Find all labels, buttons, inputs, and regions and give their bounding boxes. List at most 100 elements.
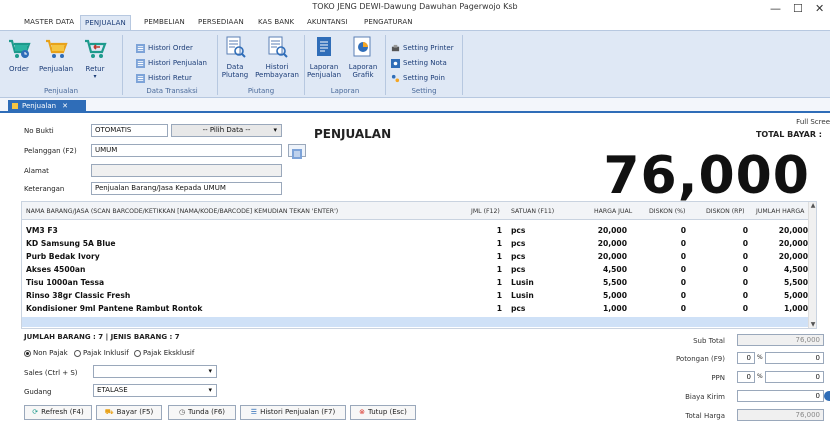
gudang-select[interactable]: ETALASE ▾ [93, 384, 217, 397]
col-jumlah: JUMLAH HARGA [756, 208, 805, 215]
scroll-down-icon[interactable]: ▼ [809, 321, 817, 328]
biaya-kirim-label: Biaya Kirim [685, 393, 725, 401]
percent-sign: % [757, 373, 763, 380]
group-label-data-transaksi: Data Transaksi [146, 87, 198, 95]
scroll-up-icon[interactable]: ▲ [809, 202, 817, 209]
tab-pengaturan[interactable]: PENGATURAN [360, 15, 417, 30]
tab-kas-bank[interactable]: KAS BANK [254, 15, 298, 30]
cart-clock-icon [9, 39, 31, 58]
ppn-percent-field[interactable]: 0 [737, 371, 755, 383]
info-icon [824, 391, 830, 401]
printer-icon [391, 44, 400, 51]
group-label-laporan: Laporan [330, 87, 360, 95]
col-diskon-pct: DISKON (%) [649, 208, 686, 215]
order-button[interactable]: Order [4, 37, 34, 73]
minimize-button[interactable]: — [770, 2, 781, 16]
setting-nota-button[interactable]: Setting Nota [391, 57, 447, 69]
histori-retur-button[interactable]: Histori Retur [136, 72, 192, 84]
ribbon: Order Penjualan Retur ▾ Penjualan Histor… [0, 30, 830, 98]
no-bukti-label: No Bukti [24, 127, 54, 135]
menu-tabs: MASTER DATA PENJUALAN PEMBELIAN PERSEDIA… [0, 15, 830, 30]
table-row[interactable]: Akses 4500an 1 pcs 4,500 0 0 4,500 [22, 265, 810, 276]
points-icon [391, 74, 400, 82]
tab-master-data[interactable]: MASTER DATA [20, 15, 78, 30]
tab-akuntansi[interactable]: AKUNTANSI [303, 15, 352, 30]
title-bar: TOKO JENG DEWI-Dawung Dawuhan Pagerwojo … [0, 0, 830, 16]
doc-tab-penjualan[interactable]: Penjualan ✕ [8, 100, 86, 113]
histori-penjualan-button[interactable]: Histori Penjualan [136, 57, 207, 69]
ppn-value-field[interactable]: 0 [765, 371, 824, 383]
full-screen-link[interactable]: Full Scree [796, 118, 830, 126]
col-harga: HARGA JUAL [594, 208, 633, 215]
pelanggan-field[interactable]: UMUM [91, 144, 282, 157]
laporan-penjualan-button[interactable]: Laporan Penjualan [306, 35, 342, 79]
table-row[interactable]: VM3 F3 1 pcs 20,000 0 0 20,000 [22, 226, 810, 237]
table-row[interactable]: Kondisioner 9ml Pantene Rambut Rontok 1 … [22, 304, 810, 315]
pelanggan-label: Pelanggan (F2) [24, 147, 77, 155]
close-window-button[interactable]: ✕ [815, 2, 824, 16]
new-item-row[interactable] [22, 317, 810, 327]
potongan-value-field[interactable]: 0 [765, 352, 824, 364]
tutup-button[interactable]: ⊗ Tutup (Esc) [350, 405, 416, 420]
pilih-data-select[interactable]: -- Pilih Data -- ▾ [171, 124, 282, 137]
bayar-button[interactable]: ⛟ Bayar (F5) [96, 405, 162, 420]
col-jml: JML (F12) [471, 208, 500, 215]
laporan-grafik-button[interactable]: Laporan Grafik [346, 35, 380, 79]
ppn-label: PPN [711, 374, 725, 382]
group-label-setting: Setting [411, 87, 437, 95]
table-row[interactable]: Purb Bedak Ivory 1 pcs 20,000 0 0 20,000 [22, 252, 810, 263]
app-window: TOKO JENG DEWI-Dawung Dawuhan Pagerwojo … [0, 0, 830, 427]
biaya-kirim-field[interactable]: 0 [737, 390, 824, 402]
radio-non-pajak[interactable]: Non Pajak [24, 349, 68, 357]
items-table: NAMA BARANG/JASA (SCAN BARCODE/KETIKKAN … [21, 201, 817, 329]
total-bayar-label: TOTAL BAYAR : [755, 130, 822, 139]
histori-order-button[interactable]: Histori Order [136, 42, 193, 54]
cart-icon: ⛟ [104, 408, 114, 416]
col-diskon-rp: DISKON (RP) [706, 208, 745, 215]
retur-button[interactable]: Retur ▾ [80, 37, 110, 80]
radio-pajak-eksklusif[interactable]: Pajak Eksklusif [134, 349, 194, 357]
sales-select[interactable]: ▾ [93, 365, 217, 378]
tunda-button[interactable]: ◷ Tunda (F6) [168, 405, 236, 420]
group-separator [217, 35, 218, 95]
window-title: TOKO JENG DEWI-Dawung Dawuhan Pagerwojo … [312, 2, 518, 11]
chevron-down-icon: ▾ [208, 386, 212, 394]
refresh-button[interactable]: ⟳ Refresh (F4) [24, 405, 92, 420]
potongan-percent-field[interactable]: 0 [737, 352, 755, 364]
radio-pajak-inklusif[interactable]: Pajak Inklusif [74, 349, 129, 357]
setting-printer-button[interactable]: Setting Printer [391, 42, 454, 54]
penjualan-button[interactable]: Penjualan [36, 37, 76, 73]
histori-penjualan-button[interactable]: ☰ Histori Penjualan (F7) [240, 405, 346, 420]
radio-checked-icon [24, 349, 31, 357]
customer-search-button[interactable] [288, 144, 306, 159]
group-separator [462, 35, 463, 95]
group-label-penjualan: Penjualan [43, 87, 79, 95]
alamat-field[interactable] [91, 164, 282, 177]
tab-pembelian[interactable]: PEMBELIAN [140, 15, 189, 30]
histori-pembayaran-button[interactable]: Histori Pembayaran [254, 35, 300, 79]
potongan-label: Potongan (F9) [675, 355, 725, 363]
keterangan-label: Keterangan [24, 185, 65, 193]
table-row[interactable]: KD Samsung 5A Blue 1 pcs 20,000 0 0 20,0… [22, 239, 810, 250]
table-row[interactable]: Rinso 38gr Classic Fresh 1 Lusin 5,000 0… [22, 291, 810, 302]
close-tab-icon[interactable]: ✕ [62, 102, 68, 110]
sales-label: Sales (Ctrl + S) [24, 369, 78, 377]
group-separator [122, 35, 123, 95]
sub-total-label: Sub Total [693, 337, 725, 345]
tab-persediaan[interactable]: PERSEDIAAN [194, 15, 248, 30]
setting-poin-button[interactable]: Setting Poin [391, 72, 445, 84]
gudang-label: Gudang [24, 388, 52, 396]
col-nama: NAMA BARANG/JASA (SCAN BARCODE/KETIKKAN … [26, 208, 339, 215]
settings-icon [391, 58, 400, 68]
document-search-icon [268, 36, 288, 58]
col-satuan: SATUAN (F11) [511, 208, 555, 215]
keterangan-field[interactable]: Penjualan Barang/Jasa Kepada UMUM [91, 182, 282, 195]
total-harga-field: 76,000 [737, 409, 824, 421]
document-search-icon [226, 36, 246, 58]
no-bukti-field[interactable]: OTOMATIS [91, 124, 168, 137]
data-piutang-button[interactable]: Data Plutang [220, 35, 250, 79]
table-row[interactable]: Tisu 1000an Tessa 1 Lusin 5,500 0 0 5,50… [22, 278, 810, 289]
table-scrollbar[interactable]: ▲ ▼ [808, 202, 816, 328]
maximize-button[interactable]: ☐ [793, 2, 803, 16]
tab-penjualan[interactable]: PENJUALAN [80, 15, 131, 30]
